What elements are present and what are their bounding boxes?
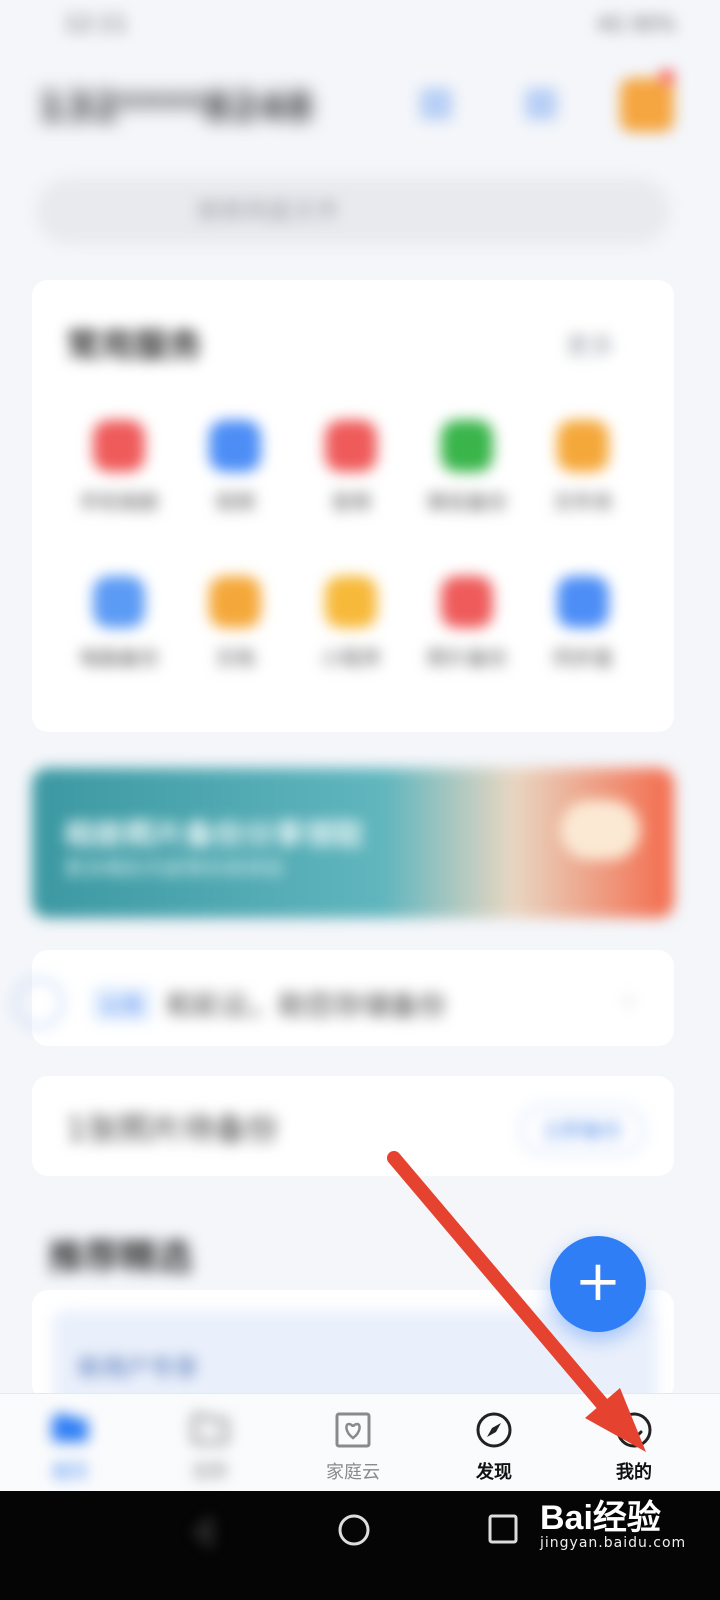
tool-item[interactable]: 文件夹 (528, 420, 638, 515)
tool-icon (325, 420, 377, 472)
nav-discover-label: 发现 (476, 1462, 512, 1483)
customer-service-icon[interactable] (14, 978, 64, 1028)
tool-label: 音频 (331, 490, 371, 514)
status-time: 12:11 (64, 12, 128, 37)
tool-label: 文件夹 (553, 490, 613, 514)
tool-label: 手机相册 (79, 490, 159, 514)
compass-icon (476, 1412, 512, 1448)
tool-label: 同步盘 (553, 646, 613, 670)
tool-icon (441, 420, 493, 472)
status-indicators: 4G 90% (596, 12, 676, 36)
tool-label: 电脑备份 (79, 646, 159, 670)
tool-item[interactable]: 小程序 (296, 576, 406, 671)
tool-icon (93, 420, 145, 472)
tools-more-link[interactable]: 更多 (566, 326, 614, 361)
tool-item[interactable]: 微信备份 (412, 420, 522, 515)
scan-icon[interactable] (420, 88, 452, 120)
baidu-watermark: Bai经验 jingyan.baidu.com (540, 1490, 686, 1551)
tool-item[interactable]: 电脑备份 (64, 576, 174, 671)
folder-icon (192, 1414, 228, 1444)
banner-subtitle: 更多精彩内容等你来体验 (64, 856, 284, 880)
tool-item[interactable]: 音频 (296, 420, 406, 515)
tool-item[interactable]: 手机相册 (64, 420, 174, 515)
tool-item[interactable]: 视频 (180, 420, 290, 515)
tool-icon (557, 420, 609, 472)
nav-mine[interactable]: 我的 (574, 1410, 694, 1484)
nav-family-cloud[interactable]: 家庭云 (293, 1410, 413, 1484)
nav-family-cloud-label: 家庭云 (326, 1462, 380, 1483)
nav-home-label: 首页 (52, 1462, 88, 1483)
tool-label: 微信备份 (427, 490, 507, 514)
section-card-text: 新用户专享 (78, 1354, 198, 1382)
watermark-sub: jingyan.baidu.com (540, 1535, 687, 1551)
nav-mine-label: 我的 (616, 1462, 652, 1483)
nav-home[interactable]: 首页 (10, 1410, 130, 1484)
tool-icon (209, 576, 261, 628)
watermark-main: Bai经验 (540, 1499, 661, 1537)
nav-files-label: 文件 (192, 1462, 228, 1483)
home-icon (52, 1414, 88, 1442)
tool-icon (441, 576, 493, 628)
tool-label: 视频 (215, 490, 255, 514)
notice-badge: 公告 (92, 986, 153, 1022)
tool-item[interactable]: 文档 (180, 576, 290, 671)
banner-title: 相册照片备份分享领取 (64, 818, 364, 853)
add-button[interactable]: + (550, 1236, 646, 1332)
tool-label: 小程序 (321, 646, 381, 670)
chevron-right-icon: › (624, 986, 634, 1014)
user-icon (616, 1412, 652, 1448)
account-name: 132****8248 (38, 85, 314, 129)
tool-label: 文档 (215, 646, 255, 670)
tool-icon (93, 576, 145, 628)
notification-dot (660, 70, 674, 84)
search-bar[interactable]: 搜索网盘文件 (36, 178, 670, 244)
tool-icon (557, 576, 609, 628)
family-heart-icon (335, 1412, 371, 1448)
gift-icon[interactable] (620, 78, 674, 132)
backup-text: 1张照片待备份 (66, 1110, 279, 1148)
banner-illustration (560, 800, 640, 860)
home-circle-icon[interactable] (336, 1512, 372, 1548)
section-title: 推荐精选 (48, 1237, 193, 1278)
tool-icon (209, 420, 261, 472)
notice-text: 和彩云，助您存储备份 (166, 989, 447, 1022)
back-icon[interactable] (186, 1514, 222, 1550)
tools-title: 常用服务 (66, 326, 202, 366)
tool-icon (325, 576, 377, 628)
tool-label: 照片备份 (427, 646, 507, 670)
transfer-icon[interactable] (525, 88, 557, 120)
tool-item[interactable]: 照片备份 (412, 576, 522, 671)
backup-now-button[interactable]: 立即备份 (520, 1106, 644, 1154)
recents-square-icon[interactable] (486, 1512, 520, 1546)
tool-item[interactable]: 同步盘 (528, 576, 638, 671)
nav-files[interactable]: 文件 (150, 1410, 270, 1484)
nav-discover[interactable]: 发现 (434, 1410, 554, 1484)
